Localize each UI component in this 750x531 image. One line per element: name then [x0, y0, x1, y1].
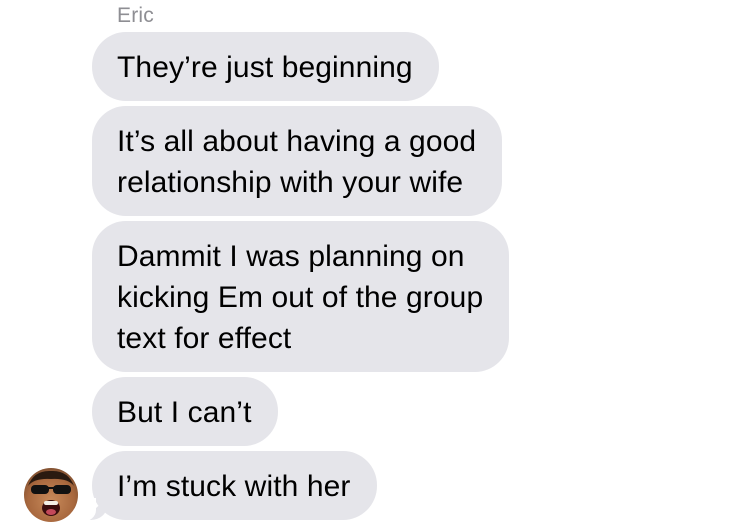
message-bubble[interactable]: Dammit I was planning on kicking Em out … — [92, 221, 510, 372]
message-bubble[interactable]: They’re just beginning — [92, 32, 439, 101]
message-thread: They’re just beginning It’s all about ha… — [78, 32, 510, 522]
avatar[interactable] — [24, 468, 78, 522]
message-bubble-with-tail[interactable]: I’m stuck with her — [78, 451, 377, 522]
message-bubble[interactable]: It’s all about having a good relationshi… — [92, 106, 503, 216]
sender-name: Eric — [117, 4, 154, 27]
message-bubble[interactable]: But I can’t — [92, 377, 278, 446]
person-avatar-icon — [28, 470, 74, 516]
